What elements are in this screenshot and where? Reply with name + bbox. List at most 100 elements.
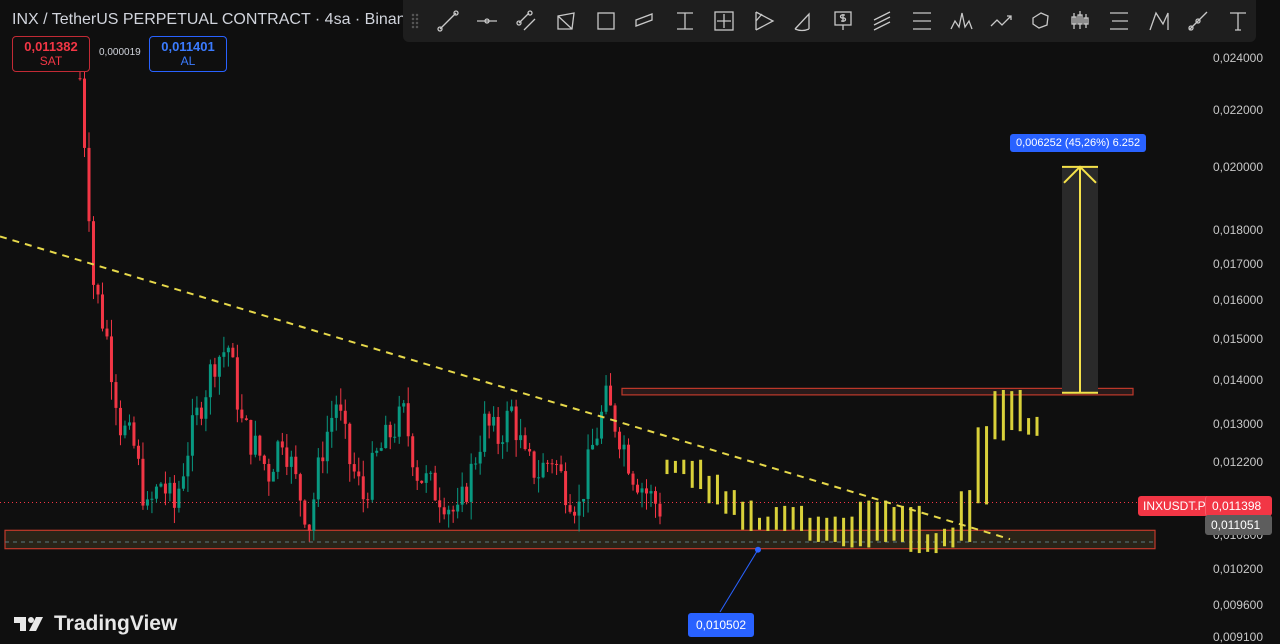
price-range-tool[interactable]: [665, 3, 705, 39]
candle: [298, 474, 302, 501]
candle: [235, 357, 239, 410]
head-shoulders-tool[interactable]: [942, 3, 982, 39]
projection-bar: [1027, 418, 1031, 435]
candle: [528, 449, 532, 452]
projection-bar: [951, 527, 955, 548]
candles-projection-tool[interactable]: [1060, 3, 1100, 39]
resistance-zone[interactable]: [621, 387, 1134, 396]
candle: [100, 294, 104, 329]
price-label-icon: [834, 11, 852, 30]
arc-tool[interactable]: [784, 3, 824, 39]
candle: [627, 444, 631, 474]
tradingview-logo[interactable]: TradingView: [14, 612, 177, 636]
path-tool[interactable]: [981, 3, 1021, 39]
rectangle-tool[interactable]: [586, 3, 626, 39]
candle: [591, 444, 595, 450]
candle: [222, 352, 226, 357]
rectangle-icon: [597, 12, 615, 30]
drag-handle-icon[interactable]: [411, 13, 419, 29]
candle: [343, 410, 347, 424]
candle: [577, 501, 581, 516]
price-axis[interactable]: 0,024000 0,022000 0,020000 0,018000 0,017000…: [1180, 0, 1280, 644]
candle: [105, 328, 109, 337]
fib-extension-tool[interactable]: [1100, 3, 1140, 39]
candle: [186, 455, 190, 477]
low-marker-label[interactable]: 0,010502: [688, 613, 755, 637]
candles-projection-icon: [1071, 11, 1089, 29]
projection-bar: [715, 474, 719, 505]
candle: [195, 407, 199, 416]
projection-bar: [833, 516, 837, 542]
candle: [541, 462, 545, 478]
candle: [330, 417, 334, 432]
candle: [550, 463, 554, 465]
candle: [649, 491, 653, 494]
price-label-tool[interactable]: [823, 3, 863, 39]
abcd-pattern-tool[interactable]: [1139, 3, 1179, 39]
price-tick: 0,015000: [1212, 331, 1263, 346]
fib-channel-tool[interactable]: [863, 3, 903, 39]
projection-bar: [1001, 389, 1005, 441]
projection-bar: [741, 501, 745, 530]
projection-bar: [858, 501, 862, 547]
projection-bar: [875, 501, 879, 541]
sell-button[interactable]: 0,011382 SAT: [12, 36, 90, 72]
candle: [442, 507, 446, 515]
price-tick: 0,018000: [1212, 222, 1263, 237]
path-icon: [990, 15, 1012, 27]
candle: [231, 347, 235, 358]
projection-bar: [665, 459, 669, 475]
horizontal-ray-tool[interactable]: [468, 3, 508, 39]
projection-bar: [758, 517, 761, 530]
drawing-toolbar: [403, 0, 1256, 42]
candle: [555, 463, 559, 465]
support-zone[interactable]: [4, 529, 1156, 550]
candle: [384, 424, 388, 449]
price-range-icon: [676, 12, 693, 30]
candle: [262, 455, 266, 464]
projection-bar: [943, 528, 946, 547]
polyline-tool[interactable]: [1021, 3, 1061, 39]
projection-bar: [900, 505, 904, 542]
pitchfork-tool[interactable]: [744, 3, 784, 39]
candle: [154, 486, 158, 499]
crosshair-price-label: 0,011051: [1205, 515, 1272, 535]
projection-bar: [673, 460, 677, 473]
candle: [276, 441, 280, 472]
candle: [303, 500, 307, 525]
candle: [483, 413, 487, 452]
low-marker-point[interactable]: [755, 546, 761, 553]
candle: [546, 462, 550, 464]
projection-bar: [816, 516, 820, 542]
projection-bar: [791, 507, 795, 530]
rotated-rectangle-tool[interactable]: [547, 3, 587, 39]
candle: [447, 509, 451, 515]
date-price-range-tool[interactable]: [705, 3, 745, 39]
candle: [406, 403, 410, 437]
last-price-label: 0,011398: [1205, 496, 1272, 516]
low-marker-line[interactable]: [719, 549, 759, 613]
projection-bar: [749, 500, 753, 531]
projection-bar: [774, 507, 778, 530]
projection-bar: [993, 391, 997, 440]
candle: [595, 438, 599, 445]
fib-retracement-tool[interactable]: [902, 3, 942, 39]
projection-bar: [682, 459, 686, 475]
candle: [249, 420, 253, 455]
buy-button[interactable]: 0,011401 AL: [149, 36, 227, 72]
fib-channel-icon: [873, 11, 891, 31]
projection-bar: [707, 475, 711, 504]
candle: [640, 488, 644, 493]
projection-bar: [690, 460, 694, 488]
candle: [438, 500, 442, 508]
flat-top-bottom-tool[interactable]: [626, 3, 666, 39]
parallel-channel-tool[interactable]: [507, 3, 547, 39]
price-chart[interactable]: [0, 0, 1180, 644]
candle: [622, 444, 626, 450]
projection-bar: [850, 516, 854, 548]
candle: [496, 416, 500, 444]
candle: [532, 451, 536, 478]
date-price-range-icon: [714, 11, 734, 31]
trend-line-tool[interactable]: [428, 3, 468, 39]
candle: [312, 499, 316, 531]
